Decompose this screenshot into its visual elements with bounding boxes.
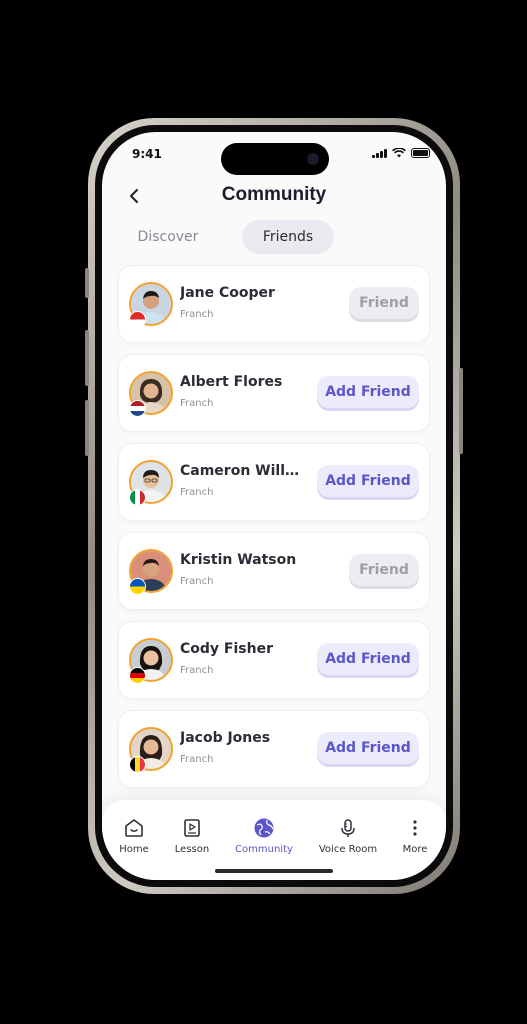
friend-language: Franch xyxy=(180,309,214,320)
lesson-icon xyxy=(184,819,200,837)
tabbar-label: More xyxy=(402,844,428,855)
status-time: 9:41 xyxy=(132,147,162,161)
friend-name: Albert Flores xyxy=(180,374,283,390)
friend-card: Cody Fisher Franch Add Friend xyxy=(118,621,430,699)
friend-name: Jane Cooper xyxy=(180,285,275,301)
friend-status-button[interactable]: Friend xyxy=(349,287,419,319)
friend-name: Jacob Jones xyxy=(180,730,271,746)
friend-card: Jane Cooper Franch Friend xyxy=(118,265,430,343)
app-screen: 9:41 Community Discover Friends Jane Coo… xyxy=(102,132,446,880)
volume-up-button xyxy=(85,330,89,386)
friend-language: Franch xyxy=(180,665,214,676)
tabbar-item-community[interactable]: Community xyxy=(231,816,297,855)
more-vertical-icon xyxy=(413,820,417,836)
ukraine-flag-icon xyxy=(129,578,146,595)
add-friend-button[interactable]: Add Friend xyxy=(317,465,419,497)
friend-language: Franch xyxy=(180,398,214,409)
italy-flag-icon xyxy=(129,489,146,506)
friend-language: Franch xyxy=(180,487,214,498)
tabbar-label: Home xyxy=(119,844,149,855)
tabbar-label: Lesson xyxy=(174,844,210,855)
bottom-tab-bar: Home Lesson Community Voice Room More xyxy=(102,800,446,880)
indonesia-flag-icon xyxy=(129,311,146,328)
cellular-signal-icon xyxy=(372,148,387,158)
tabbar-label: Voice Room xyxy=(318,844,378,855)
tabbar-item-voice-room[interactable]: Voice Room xyxy=(314,816,382,855)
page-title: Community xyxy=(221,184,327,205)
tab-friends[interactable]: Friends xyxy=(242,220,334,254)
friend-status-button[interactable]: Friend xyxy=(349,554,419,586)
volume-down-button xyxy=(85,400,89,456)
home-icon xyxy=(125,819,143,837)
friend-name: Cameron Williamson xyxy=(180,463,300,479)
status-icons xyxy=(372,148,430,158)
wifi-icon xyxy=(392,148,406,158)
tabbar-item-home[interactable]: Home xyxy=(102,816,166,855)
add-friend-button[interactable]: Add Friend xyxy=(317,643,419,675)
dynamic-island xyxy=(221,143,329,175)
tab-discover[interactable]: Discover xyxy=(118,220,218,254)
friend-name: Cody Fisher xyxy=(180,641,273,657)
tabbar-item-more[interactable]: More xyxy=(385,816,445,855)
microphone-icon xyxy=(341,819,355,837)
friend-card: Albert Flores Franch Add Friend xyxy=(118,354,430,432)
add-friend-button[interactable]: Add Friend xyxy=(317,732,419,764)
netherlands-flag-icon xyxy=(129,400,146,417)
germany-flag-icon xyxy=(129,667,146,684)
action-button xyxy=(85,268,89,298)
segment-tabs: Discover Friends xyxy=(118,220,430,254)
friend-card: Kristin Watson Franch Friend xyxy=(118,532,430,610)
friend-name: Kristin Watson xyxy=(180,552,297,568)
battery-icon xyxy=(411,148,430,158)
community-globe-icon xyxy=(254,818,274,838)
power-button xyxy=(459,368,463,454)
add-friend-button[interactable]: Add Friend xyxy=(317,376,419,408)
friend-language: Franch xyxy=(180,754,214,765)
friend-card: Cameron Williamson Franch Add Friend xyxy=(118,443,430,521)
friend-card: Jacob Jones Franch Add Friend xyxy=(118,710,430,788)
tabbar-item-lesson[interactable]: Lesson xyxy=(160,816,224,855)
belgium-flag-icon xyxy=(129,756,146,773)
friend-language: Franch xyxy=(180,576,214,587)
home-indicator[interactable] xyxy=(215,869,333,873)
front-camera xyxy=(307,153,319,165)
tabbar-label: Community xyxy=(235,844,293,855)
